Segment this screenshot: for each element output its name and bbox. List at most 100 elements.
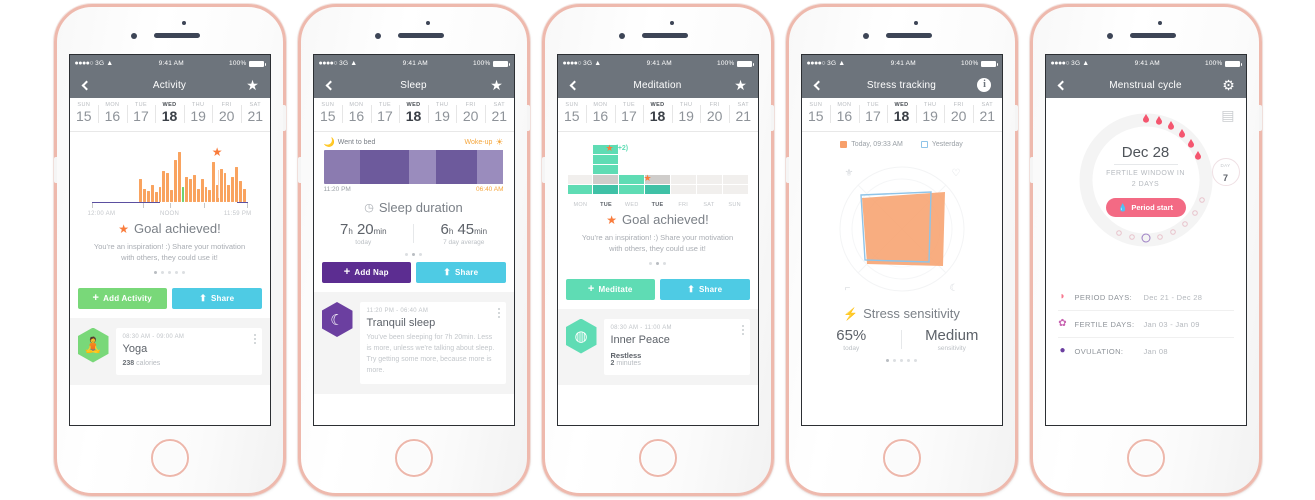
meditation-cell <box>696 185 722 194</box>
meditation-day-label[interactable]: TUE <box>645 202 671 208</box>
share-button[interactable]: ⬆ Share <box>660 278 750 300</box>
phone-top-hardware <box>1033 21 1259 43</box>
back-button[interactable] <box>810 80 828 90</box>
day-fri[interactable]: FRI 20 <box>700 102 729 126</box>
day-wed-selected[interactable]: WED 18 <box>887 102 916 126</box>
back-button[interactable] <box>566 80 584 90</box>
home-button[interactable] <box>638 439 677 477</box>
day-thu[interactable]: THU 19 <box>915 102 945 126</box>
day-thu[interactable]: THU 19 <box>183 102 213 126</box>
meditation-column[interactable] <box>593 132 619 194</box>
day-tue[interactable]: TUE 17 <box>126 102 156 126</box>
day-wed-selected[interactable]: WED 18 <box>399 102 428 126</box>
entry-card[interactable]: 08:30 AM - 11:00 AM Inner Peace Restless… <box>603 318 750 375</box>
moon-icon: ☾ <box>949 283 959 294</box>
back-button[interactable] <box>322 80 340 90</box>
settings-button[interactable]: ⚙ <box>1220 78 1238 92</box>
list-item[interactable]: ☾ 11:20 PM - 06:40 AM Tranquil sleep You… <box>321 302 506 385</box>
day-mon[interactable]: MON 16 <box>830 102 859 126</box>
meditation-column[interactable] <box>670 132 696 194</box>
day-fri[interactable]: FRI 20 <box>212 102 241 126</box>
goal-heading: ★ Goal achieved! <box>92 221 248 236</box>
meditation-day-label[interactable]: SUN <box>722 202 748 208</box>
share-button[interactable]: ⬆ Share <box>172 287 262 309</box>
meditation-column[interactable] <box>645 132 670 194</box>
day-tue[interactable]: TUE 17 <box>370 102 400 126</box>
meditation-column[interactable] <box>722 132 748 194</box>
day-thu[interactable]: THU 19 <box>427 102 457 126</box>
cycle-day-value: 7 <box>1222 173 1228 183</box>
favorite-button[interactable]: ★ <box>731 78 749 92</box>
more-options-icon[interactable] <box>253 333 256 346</box>
home-button[interactable] <box>150 439 189 477</box>
list-item[interactable]: ◍ 08:30 AM - 11:00 AM Inner Peace Restle… <box>565 318 750 375</box>
entry-card[interactable]: 11:20 PM - 06:40 AM Tranquil sleep You'v… <box>359 302 506 385</box>
proximity-sensor-icon <box>669 21 674 25</box>
stat-value: 6h 45min <box>440 221 488 238</box>
carousel-pager[interactable] <box>568 255 748 271</box>
day-sun[interactable]: SUN 15 <box>802 102 831 126</box>
day-sat[interactable]: SAT 21 <box>484 102 514 126</box>
carousel-pager[interactable] <box>80 264 260 280</box>
day-sun[interactable]: SUN 15 <box>558 102 587 126</box>
carousel-pager[interactable] <box>802 352 1002 368</box>
day-mon[interactable]: MON 16 <box>342 102 371 126</box>
day-number: 20 <box>706 108 723 124</box>
fertile-window-label: FERTILE WINDOW IN <box>1106 170 1185 177</box>
day-mon[interactable]: MON 16 <box>98 102 127 126</box>
meditation-day-label[interactable]: TUE <box>593 202 619 208</box>
meditation-day-label[interactable]: SAT <box>696 202 722 208</box>
droplet-icon: ◗ <box>1059 291 1066 302</box>
day-sun[interactable]: SUN 15 <box>314 102 343 126</box>
legend-yesterday[interactable]: Yesterday <box>920 141 963 148</box>
meditation-column[interactable] <box>619 132 645 194</box>
meditate-button[interactable]: + Meditate <box>565 278 655 300</box>
day-sat[interactable]: SAT 21 <box>972 102 1002 126</box>
add-activity-button[interactable]: + Add Activity <box>77 287 167 309</box>
meditation-day-label[interactable]: FRI <box>670 202 696 208</box>
activity-bar <box>177 151 181 202</box>
back-button[interactable] <box>1054 80 1072 90</box>
gear-icon: ⚙ <box>1222 77 1235 93</box>
day-fri[interactable]: FRI 20 <box>944 102 973 126</box>
home-button[interactable] <box>882 439 921 477</box>
meditation-day-label[interactable]: WED <box>619 202 645 208</box>
meditation-day-label[interactable]: MON <box>568 202 594 208</box>
week-strip: SUN 15 MON 16 TUE 17 WED 18 THU 19 FRI 20 SAT 2… <box>801 98 1002 132</box>
screen-sleep: ●●●●○ 3G ▲ 9:41 AM 100% Sleep ★ SUN 15 MO… <box>312 54 515 426</box>
meditation-cell <box>670 185 696 194</box>
sleep-stats: 7h 20min today 6h 45min 7 day average <box>314 215 514 246</box>
period-start-button[interactable]: 💧 Period start <box>1105 198 1186 217</box>
back-button[interactable] <box>78 80 96 90</box>
share-button[interactable]: ⬆ Share <box>416 262 506 283</box>
add-nap-button[interactable]: + Add Nap <box>321 262 411 283</box>
more-options-icon[interactable] <box>741 324 744 337</box>
home-button[interactable] <box>1126 439 1165 477</box>
activity-bar <box>219 169 223 202</box>
day-tue[interactable]: TUE 17 <box>858 102 888 126</box>
list-item[interactable]: 🧘 08:30 AM - 09:00 AM Yoga 238 calories <box>77 327 262 375</box>
legend-today[interactable]: Today, 09:33 AM <box>840 141 903 148</box>
day-sat[interactable]: SAT 21 <box>240 102 270 126</box>
favorite-button[interactable]: ★ <box>487 78 505 92</box>
day-fri[interactable]: FRI 20 <box>456 102 485 126</box>
day-thu[interactable]: THU 19 <box>671 102 701 126</box>
day-sun[interactable]: SUN 15 <box>70 102 99 126</box>
day-mon[interactable]: MON 16 <box>586 102 615 126</box>
carousel-pager[interactable] <box>314 246 514 262</box>
clipboard-icon[interactable]: ▤ <box>1221 107 1234 124</box>
home-button[interactable] <box>394 439 433 477</box>
activity-bar <box>242 188 246 202</box>
day-tue[interactable]: TUE 17 <box>614 102 644 126</box>
day-sat[interactable]: SAT 21 <box>728 102 758 126</box>
favorite-button[interactable]: ★ <box>244 78 262 92</box>
entry-card[interactable]: 08:30 AM - 09:00 AM Yoga 238 calories <box>115 327 262 375</box>
more-options-icon[interactable] <box>497 308 500 320</box>
power-button <box>282 105 286 131</box>
sleep-hero: 🌙 Went to bed Woke-up ☀ 11:20 PM 06:40 A… <box>313 132 514 262</box>
info-button[interactable]: i <box>975 78 993 92</box>
meditation-column[interactable] <box>696 132 722 194</box>
day-wed-selected[interactable]: WED 18 <box>643 102 672 126</box>
meditation-column[interactable] <box>567 132 593 194</box>
day-wed-selected[interactable]: WED 18 <box>155 102 184 126</box>
